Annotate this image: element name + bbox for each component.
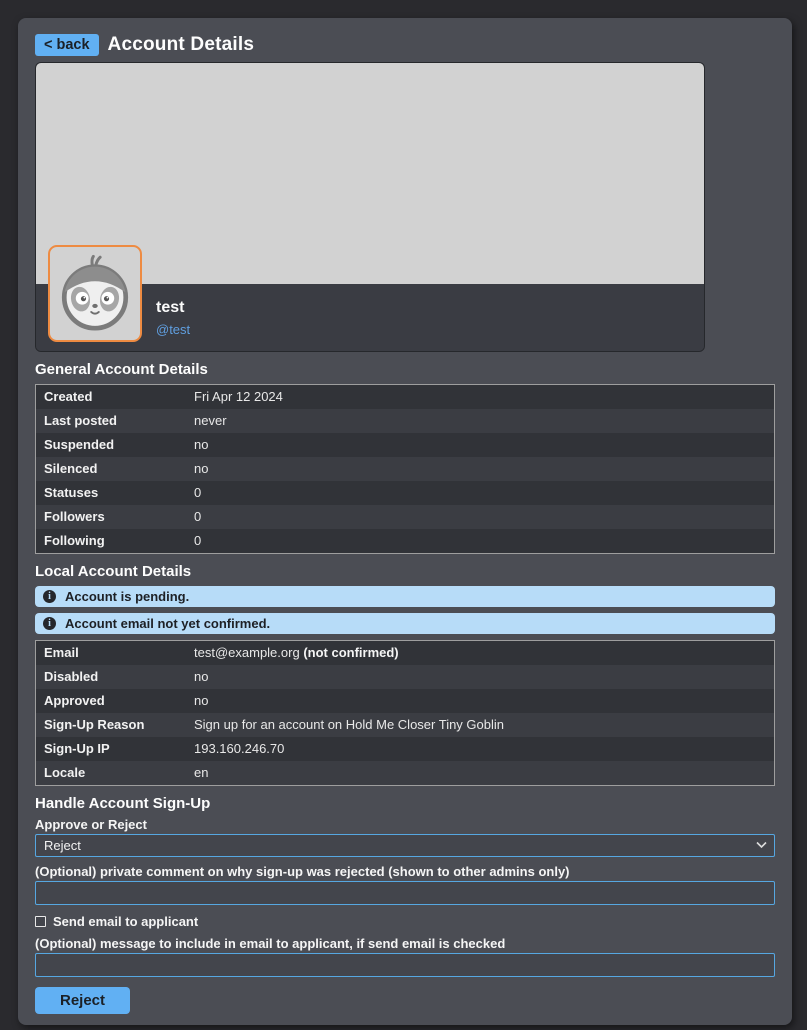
send-email-row: Send email to applicant: [35, 915, 775, 928]
row-label: Silenced: [36, 457, 186, 481]
display-name: test: [156, 300, 704, 316]
table-row: Sign-Up IP193.160.246.70: [36, 737, 774, 761]
row-value: Sign up for an account on Hold Me Closer…: [186, 713, 774, 737]
row-value: 0: [186, 481, 774, 505]
general-details-table: CreatedFri Apr 12 2024Last postedneverSu…: [35, 384, 775, 554]
row-label: Approved: [36, 689, 186, 713]
row-value: no: [186, 433, 774, 457]
table-row: Followers0: [36, 505, 774, 529]
table-row: Emailtest@example.org (not confirmed): [36, 641, 774, 665]
row-label: Locale: [36, 761, 186, 785]
row-label: Followers: [36, 505, 186, 529]
local-details-table: Emailtest@example.org (not confirmed)Dis…: [35, 640, 775, 786]
row-label: Sign-Up IP: [36, 737, 186, 761]
row-value: en: [186, 761, 774, 785]
row-value: 193.160.246.70: [186, 737, 774, 761]
row-label: Created: [36, 385, 186, 409]
back-button[interactable]: < back: [35, 34, 99, 56]
table-row: Approvedno: [36, 689, 774, 713]
row-value: never: [186, 409, 774, 433]
row-value: 0: [186, 505, 774, 529]
section-heading-general: General Account Details: [35, 361, 775, 379]
email-message-label: (Optional) message to include in email t…: [35, 937, 775, 950]
row-label: Sign-Up Reason: [36, 713, 186, 737]
send-email-checkbox[interactable]: [35, 916, 46, 927]
profile-card: test @test: [35, 62, 705, 352]
send-email-label: Send email to applicant: [53, 915, 198, 928]
row-label: Suspended: [36, 433, 186, 457]
approve-reject-select-wrap: Reject: [35, 834, 775, 857]
avatar: [48, 245, 142, 342]
row-label: Disabled: [36, 665, 186, 689]
notice-email-unconfirmed: i Account email not yet confirmed.: [35, 613, 775, 634]
notice-text: Account is pending.: [65, 589, 189, 604]
table-row: Localeen: [36, 761, 774, 785]
info-icon: i: [43, 617, 56, 630]
info-icon: i: [43, 590, 56, 603]
table-row: Last postednever: [36, 409, 774, 433]
notice-text: Account email not yet confirmed.: [65, 616, 270, 631]
section-heading-local: Local Account Details: [35, 563, 775, 581]
sloth-mascot-icon: [54, 253, 136, 335]
row-label: Email: [36, 641, 186, 665]
table-row: Sign-Up ReasonSign up for an account on …: [36, 713, 774, 737]
row-value: test@example.org (not confirmed): [186, 641, 774, 665]
private-comment-label: (Optional) private comment on why sign-u…: [35, 865, 775, 878]
approve-reject-select[interactable]: Reject: [35, 834, 775, 857]
table-row: Disabledno: [36, 665, 774, 689]
row-label: Last posted: [36, 409, 186, 433]
reject-submit-button[interactable]: Reject: [35, 987, 130, 1014]
notice-account-pending: i Account is pending.: [35, 586, 775, 607]
account-handle-link[interactable]: @test: [156, 323, 704, 336]
row-label: Statuses: [36, 481, 186, 505]
row-value: 0: [186, 529, 774, 553]
page-background: < back Account Details test @test: [0, 0, 807, 1030]
row-value: Fri Apr 12 2024: [186, 385, 774, 409]
table-row: Silencedno: [36, 457, 774, 481]
row-label: Following: [36, 529, 186, 553]
private-comment-input[interactable]: [35, 881, 775, 905]
row-value: no: [186, 457, 774, 481]
section-heading-signup: Handle Account Sign-Up: [35, 795, 775, 813]
row-value: no: [186, 665, 774, 689]
table-row: Following0: [36, 529, 774, 553]
email-message-input[interactable]: [35, 953, 775, 977]
account-details-panel: < back Account Details test @test: [18, 18, 792, 1025]
table-row: CreatedFri Apr 12 2024: [36, 385, 774, 409]
table-row: Suspendedno: [36, 433, 774, 457]
approve-reject-label: Approve or Reject: [35, 818, 775, 831]
row-value: no: [186, 689, 774, 713]
page-header: < back Account Details: [35, 31, 775, 58]
table-row: Statuses0: [36, 481, 774, 505]
page-title: Account Details: [108, 34, 255, 56]
